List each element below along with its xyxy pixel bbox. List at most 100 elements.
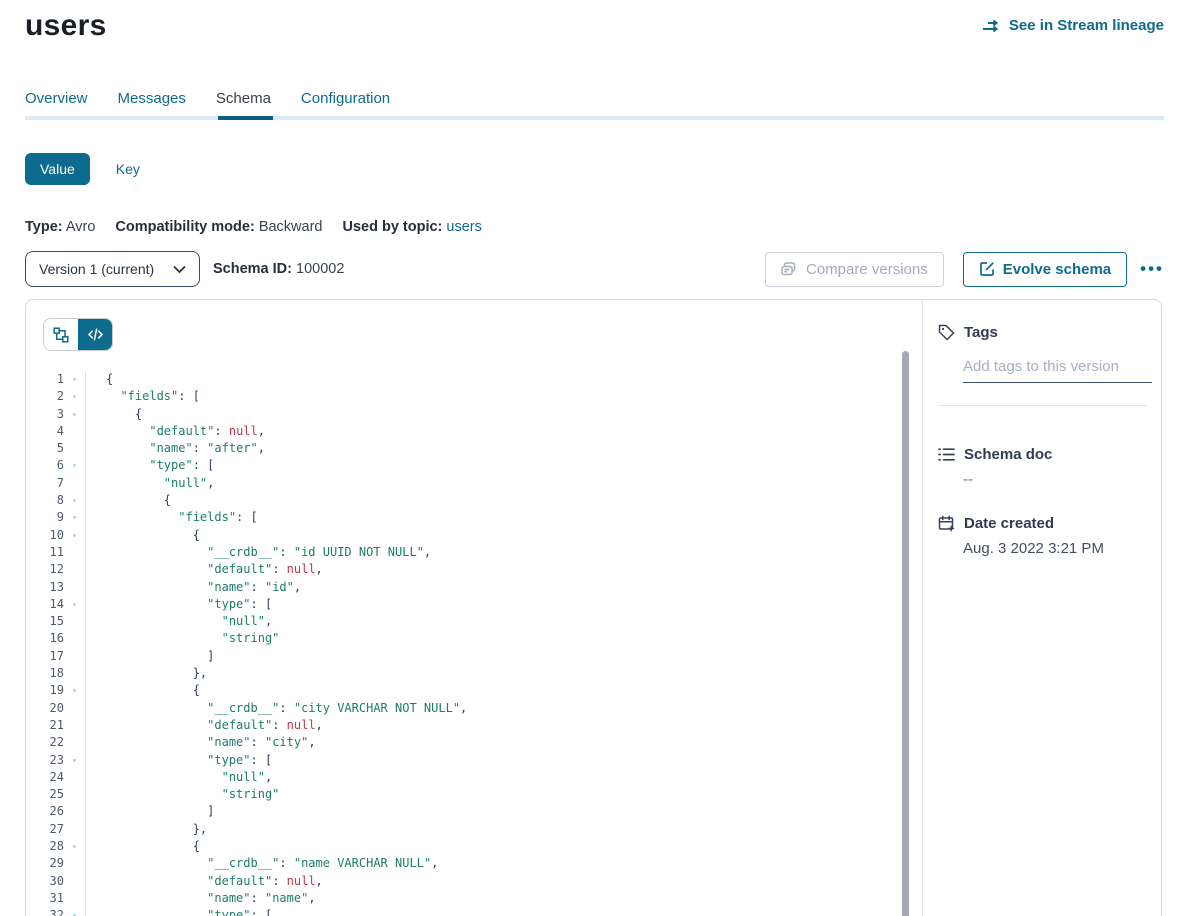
code-line: 3▾ { <box>26 406 922 423</box>
fold-toggle-icon[interactable]: ▾ <box>64 907 85 916</box>
date-created-section: Date created Aug. 3 2022 3:21 PM <box>938 515 1147 557</box>
line-number: 2 <box>26 388 64 405</box>
code-text: { <box>85 682 922 699</box>
fold-toggle-icon[interactable]: ▾ <box>64 492 85 509</box>
code-text: "name": "city", <box>85 734 922 751</box>
fold-spacer <box>64 786 85 803</box>
active-tab-underline <box>218 116 273 120</box>
sidebar-divider <box>938 405 1147 406</box>
code-text: ] <box>85 803 922 820</box>
fold-spacer <box>64 423 85 440</box>
line-number: 13 <box>26 579 64 596</box>
stream-lineage-icon <box>982 19 1001 33</box>
page-header: users See in Stream lineage <box>25 0 1164 44</box>
version-select[interactable]: Version 1 (current) <box>25 251 200 287</box>
fold-toggle-icon[interactable]: ▾ <box>64 509 85 526</box>
compare-versions-icon <box>781 262 798 277</box>
key-button[interactable]: Key <box>116 161 140 177</box>
version-toolbar: Version 1 (current) Schema ID: 100002 Co… <box>25 251 1164 287</box>
line-number: 31 <box>26 890 64 907</box>
fold-spacer <box>64 613 85 630</box>
page-title: users <box>25 8 107 44</box>
code-lines: 1▾{2▾ "fields": [3▾ {4 "default": null,5… <box>26 371 922 916</box>
date-created-title: Date created <box>964 515 1054 532</box>
value-button[interactable]: Value <box>25 153 90 185</box>
code-line: 16 "string" <box>26 630 922 647</box>
line-number: 17 <box>26 648 64 665</box>
fold-toggle-icon[interactable]: ▾ <box>64 388 85 405</box>
tags-heading: Tags <box>938 324 1147 341</box>
fold-toggle-icon[interactable]: ▾ <box>64 682 85 699</box>
schema-id: Schema ID: 100002 <box>213 261 344 277</box>
used-by-topic-label: Used by topic: <box>342 219 442 235</box>
schema-doc-heading: Schema doc <box>938 446 1147 463</box>
line-number: 21 <box>26 717 64 734</box>
schema-id-value: 100002 <box>296 261 344 277</box>
line-number: 9 <box>26 509 64 526</box>
code-line: 27 }, <box>26 821 922 838</box>
code-line: 24 "null", <box>26 769 922 786</box>
fold-toggle-icon[interactable]: ▾ <box>64 457 85 474</box>
calendar-plus-icon <box>938 515 955 532</box>
code-text: { <box>85 371 922 388</box>
line-number: 20 <box>26 700 64 717</box>
code-text: "__crdb__": "city VARCHAR NOT NULL", <box>85 700 922 717</box>
tab-messages[interactable]: Messages <box>118 90 186 116</box>
schema-id-label: Schema ID: <box>213 261 292 277</box>
stream-lineage-label: See in Stream lineage <box>1009 17 1164 34</box>
topic-link[interactable]: users <box>446 219 481 235</box>
fold-spacer <box>64 579 85 596</box>
tab-underline-track <box>25 116 1164 120</box>
tree-view-icon <box>53 327 69 343</box>
code-line: 13 "name": "id", <box>26 579 922 596</box>
fold-spacer <box>64 475 85 492</box>
evolve-schema-button[interactable]: Evolve schema <box>963 252 1127 287</box>
compare-versions-button[interactable]: Compare versions <box>765 252 944 287</box>
fold-toggle-icon[interactable]: ▾ <box>64 406 85 423</box>
line-number: 10 <box>26 527 64 544</box>
code-text: "default": null, <box>85 717 922 734</box>
stream-lineage-link[interactable]: See in Stream lineage <box>982 17 1164 34</box>
tab-configuration[interactable]: Configuration <box>301 90 390 116</box>
fold-spacer <box>64 821 85 838</box>
code-view-button[interactable] <box>78 319 112 350</box>
more-actions-button[interactable]: ••• <box>1140 259 1164 279</box>
line-number: 16 <box>26 630 64 647</box>
code-text: "null", <box>85 613 922 630</box>
fold-toggle-icon[interactable]: ▾ <box>64 527 85 544</box>
line-number: 15 <box>26 613 64 630</box>
code-line: 2▾ "fields": [ <box>26 388 922 405</box>
code-text: "type": [ <box>85 596 922 613</box>
compare-versions-label: Compare versions <box>806 261 928 278</box>
line-number: 26 <box>26 803 64 820</box>
schema-page: users See in Stream lineage Overview Mes… <box>0 0 1189 916</box>
code-text: ] <box>85 648 922 665</box>
line-number: 7 <box>26 475 64 492</box>
type-value: Avro <box>66 219 96 235</box>
fold-spacer <box>64 630 85 647</box>
fold-spacer <box>64 440 85 457</box>
tab-overview[interactable]: Overview <box>25 90 88 116</box>
tab-schema[interactable]: Schema <box>216 90 271 116</box>
code-text: "null", <box>85 769 922 786</box>
code-text: "name": "id", <box>85 579 922 596</box>
edit-schema-icon <box>979 261 995 277</box>
vertical-scrollbar[interactable] <box>902 351 909 916</box>
fold-toggle-icon[interactable]: ▾ <box>64 371 85 388</box>
fold-spacer <box>64 700 85 717</box>
add-tags-input[interactable] <box>963 354 1152 383</box>
fold-spacer <box>64 803 85 820</box>
fold-toggle-icon[interactable]: ▾ <box>64 596 85 613</box>
fold-spacer <box>64 665 85 682</box>
code-line: 26 ] <box>26 803 922 820</box>
fold-toggle-icon[interactable]: ▾ <box>64 752 85 769</box>
schema-meta: Type: Avro Compatibility mode: Backward … <box>25 219 1164 235</box>
code-line: 19▾ { <box>26 682 922 699</box>
tree-view-button[interactable] <box>44 319 78 350</box>
code-line: 15 "null", <box>26 613 922 630</box>
line-number: 18 <box>26 665 64 682</box>
code-text: "fields": [ <box>85 509 922 526</box>
schema-doc-value: -- <box>963 471 1147 488</box>
code-line: 32▾ "type": [ <box>26 907 922 916</box>
fold-toggle-icon[interactable]: ▾ <box>64 838 85 855</box>
